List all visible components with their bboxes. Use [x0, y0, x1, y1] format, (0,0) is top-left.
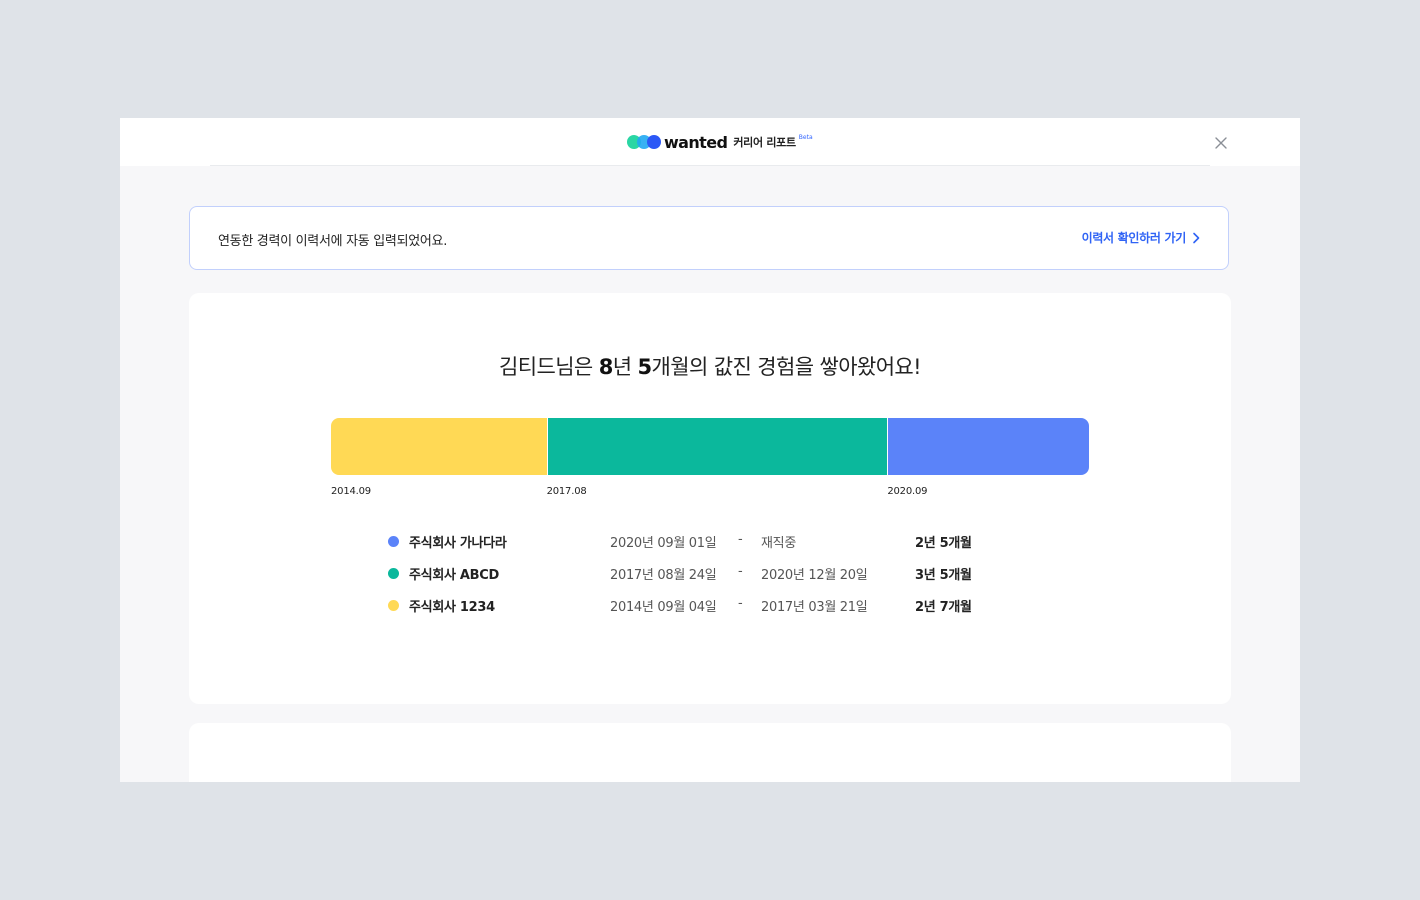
product-name: 커리어 리포트 [733, 136, 796, 149]
start-date: 2020년 09월 01일 [610, 536, 717, 551]
date-separator: - [738, 596, 743, 611]
timeline-tick-label: 2017.08 [546, 486, 587, 497]
company-name: 주식회사 1234 [409, 600, 495, 615]
company-name: 주식회사 가나다라 [409, 536, 507, 551]
tenure: 2년 7개월 [915, 600, 972, 615]
next-card [189, 723, 1231, 782]
chevron-right-icon [1193, 232, 1200, 243]
modal-header: wanted 커리어 리포트 Beta [120, 118, 1300, 166]
brand: wanted 커리어 리포트 Beta [627, 132, 813, 152]
close-icon [1215, 137, 1227, 149]
beta-badge: Beta [798, 133, 813, 141]
go-to-resume-link[interactable]: 이력서 확인하러 가기 [1082, 229, 1200, 246]
career-report-modal: wanted 커리어 리포트 Beta 연동한 경력이 이력서에 자동 입력되었… [120, 118, 1300, 782]
wanted-logo-icon [627, 135, 661, 149]
resume-notice-banner: 연동한 경력이 이력서에 자동 입력되었어요. 이력서 확인하러 가기 [189, 206, 1229, 270]
timeline-tick-label: 2020.09 [887, 486, 928, 497]
years-number: 8 [598, 355, 614, 379]
end-date: 2020년 12월 20일 [761, 568, 868, 583]
career-row: 주식회사 가나다라 2020년 09월 01일 - 재직중 2년 5개월 [388, 531, 1028, 563]
months-number: 5 [637, 355, 653, 379]
go-to-resume-label: 이력서 확인하러 가기 [1081, 231, 1187, 245]
career-row: 주식회사 1234 2014년 09월 04일 - 2017년 03월 21일 2년 7… [388, 595, 1028, 627]
timeline-segment [887, 418, 1089, 475]
start-date: 2014년 09월 04일 [610, 600, 717, 615]
timeline-segment [331, 418, 547, 475]
career-list: 주식회사 가나다라 2020년 09월 01일 - 재직중 2년 5개월주식회사 ABC… [388, 531, 1028, 627]
header-divider [210, 165, 1210, 166]
tenure: 2년 5개월 [915, 536, 972, 551]
brand-wordmark: wanted [664, 132, 728, 152]
close-button[interactable] [1212, 134, 1230, 152]
color-dot [388, 536, 399, 547]
timeline-tick-label: 2014.09 [331, 486, 371, 497]
tenure: 3년 5개월 [915, 568, 972, 583]
career-row: 주식회사 ABCD 2017년 08월 24일 - 2020년 12월 20일 3년 5… [388, 563, 1028, 595]
end-date: 2017년 03월 21일 [761, 600, 868, 615]
end-date: 재직중 [761, 536, 796, 551]
date-separator: - [738, 532, 743, 547]
timeline-segment [546, 418, 888, 475]
date-separator: - [738, 564, 743, 579]
color-dot [388, 600, 399, 611]
notice-text: 연동한 경력이 이력서에 자동 입력되었어요. [218, 234, 448, 249]
color-dot [388, 568, 399, 579]
career-summary-card: 김티드님은 8년 5개월의 값진 경험을 쌓아왔어요! 2014.09 2017.… [189, 293, 1231, 704]
start-date: 2017년 08월 24일 [610, 568, 717, 583]
career-timeline-bar [331, 418, 1089, 475]
career-headline: 김티드님은 8년 5개월의 값진 경험을 쌓아왔어요! [499, 355, 922, 379]
company-name: 주식회사 ABCD [409, 568, 499, 583]
